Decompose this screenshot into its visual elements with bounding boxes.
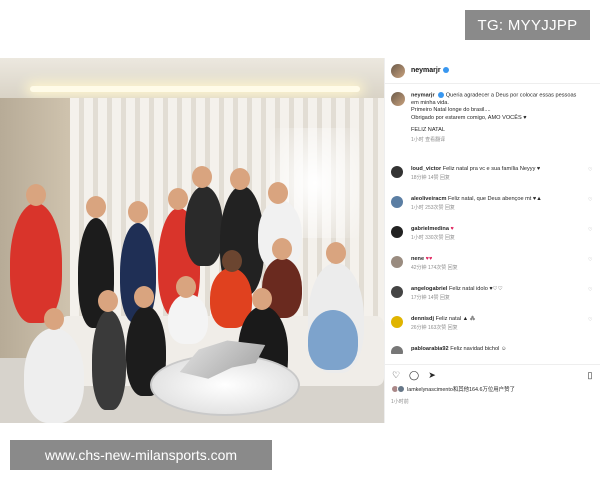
comment-username[interactable]: pabloarabia92 <box>411 346 449 352</box>
comment-username[interactable]: nene <box>411 256 424 262</box>
person-head <box>230 168 250 190</box>
likes-row[interactable]: lamkelynascimento和其他164.6万位用户赞了 <box>391 385 515 393</box>
comment: nene ♥♥ 42分钟 174次赞 回复 ♡ <box>391 256 597 272</box>
caption-line: em minha vida. <box>411 99 449 106</box>
comment-text: Feliz natal pra vc e sua família Neyyy ♥ <box>442 166 541 172</box>
website-watermark: www.chs-new-milansports.com <box>10 440 272 470</box>
caption-meta: 1小时 查看翻译 <box>411 136 446 143</box>
comment-meta: 1小时 330次赞 回复 <box>411 235 455 241</box>
comment-meta: 26分钟 163次赞 回复 <box>411 325 458 331</box>
heart-icon[interactable]: ♡ <box>588 228 593 233</box>
avatar[interactable] <box>391 166 403 178</box>
comment-meta: 42分钟 174次赞 回复 <box>411 265 458 271</box>
likes-text: lamkelynascimento和其他164.6万位用户赞了 <box>407 387 515 393</box>
comment-text: ♥ <box>450 226 454 232</box>
comment: pabloarabia92 Feliz navidad bichol ☺ <box>391 346 597 354</box>
comment-username[interactable]: dennisdj <box>411 316 434 322</box>
verified-icon <box>438 92 445 98</box>
person-head <box>86 196 106 218</box>
comment: loud_victor Feliz natal pra vc e sua fam… <box>391 166 597 182</box>
post-header: neymarjr <box>385 58 600 84</box>
person-head <box>98 290 118 312</box>
action-bar: ♡ ◯ ➤ ▯ <box>385 364 600 384</box>
avatar[interactable] <box>391 256 403 268</box>
comment: gabrielmedina ♥ 1小时 330次赞 回复 ♡ <box>391 226 597 242</box>
caption-line: Primeiro Natal longe do brasil.... <box>411 107 491 114</box>
comment-username[interactable]: aleoliveiracm <box>411 196 446 202</box>
person-head <box>326 242 346 264</box>
instagram-panel: neymarjr neymarjr Queria agradecer a Deu… <box>384 58 600 423</box>
person <box>185 186 223 266</box>
comment-username[interactable]: loud_victor <box>411 166 441 172</box>
caption-username[interactable]: neymarjr <box>411 92 435 98</box>
avatar[interactable] <box>391 92 405 106</box>
person-head <box>272 238 292 260</box>
person-head <box>192 166 212 188</box>
avatar[interactable] <box>391 346 403 354</box>
post-username[interactable]: neymarjr <box>411 67 449 74</box>
avatar[interactable] <box>391 196 403 208</box>
person-head <box>268 182 288 204</box>
comment-icon[interactable]: ◯ <box>409 370 419 380</box>
comment-username[interactable]: gabrielmedina <box>411 226 449 232</box>
avatar <box>397 385 405 393</box>
comment: dennisdj Feliz natal ▲ ⁂ 26分钟 163次赞 回复 ♡ <box>391 316 597 332</box>
comment-text: Feliz navidad bichol ☺ <box>450 346 507 352</box>
ceiling <box>0 58 384 98</box>
bookmark-icon[interactable]: ▯ <box>585 370 595 380</box>
person <box>10 203 62 323</box>
person <box>308 310 358 370</box>
caption-text: neymarjr Queria agradecer a Deus por col… <box>411 92 576 144</box>
person <box>24 328 84 423</box>
avatar[interactable] <box>391 286 403 298</box>
heart-icon[interactable]: ♡ <box>588 288 593 293</box>
avatar[interactable] <box>391 316 403 328</box>
person-head <box>176 276 196 298</box>
tg-badge: TG: MYYJJPP <box>465 10 590 40</box>
post-photo[interactable] <box>0 58 384 423</box>
heart-icon[interactable]: ♡ <box>391 370 401 380</box>
caption: neymarjr Queria agradecer a Deus por col… <box>391 92 597 144</box>
person-head <box>252 288 272 310</box>
verified-icon <box>442 67 449 74</box>
comment-text: Feliz natal ▲ ⁂ <box>435 316 476 322</box>
comment-text: Feliz natal, que Deus abençoe mt ♥▲ <box>448 196 542 202</box>
page: neymarjr neymarjr Queria agradecer a Deu… <box>0 0 600 480</box>
comment-username[interactable]: angelogabriel <box>411 286 447 292</box>
caption-line: FELIZ NATAL <box>411 127 445 134</box>
person-head <box>168 188 188 210</box>
person <box>92 310 126 410</box>
person-head <box>222 250 242 272</box>
comment-meta: 18分钟 14赞 回复 <box>411 175 450 181</box>
comment-text: Feliz natal idolo ♥♡♡ <box>448 286 503 292</box>
person-head <box>44 308 64 330</box>
comment-meta: 17分钟 14赞 回复 <box>411 295 450 301</box>
person-head <box>134 286 154 308</box>
share-icon[interactable]: ➤ <box>427 370 437 380</box>
person <box>168 294 208 344</box>
comment: angelogabriel Feliz natal idolo ♥♡♡ 17分钟 … <box>391 286 597 302</box>
heart-icon[interactable]: ♡ <box>588 198 593 203</box>
comment: aleoliveiracm Feliz natal, que Deus aben… <box>391 196 597 212</box>
person-head <box>128 201 148 223</box>
avatar[interactable] <box>391 226 403 238</box>
avatar[interactable] <box>391 63 405 78</box>
comment-meta: 1小时 253次赞 回复 <box>411 205 455 211</box>
caption-line: Queria agradecer a Deus por colocar essa… <box>445 92 577 99</box>
post-time: 1小时前 <box>391 399 409 405</box>
caption-line: Obrigado por estarem comigo, AMO VOCÊS ♥ <box>411 114 527 121</box>
heart-icon[interactable]: ♡ <box>588 258 593 263</box>
comment-text: ♥♥ <box>425 256 433 262</box>
heart-icon[interactable]: ♡ <box>588 318 593 323</box>
person-head <box>26 184 46 206</box>
ceiling-light <box>30 86 360 92</box>
heart-icon[interactable]: ♡ <box>588 168 593 173</box>
